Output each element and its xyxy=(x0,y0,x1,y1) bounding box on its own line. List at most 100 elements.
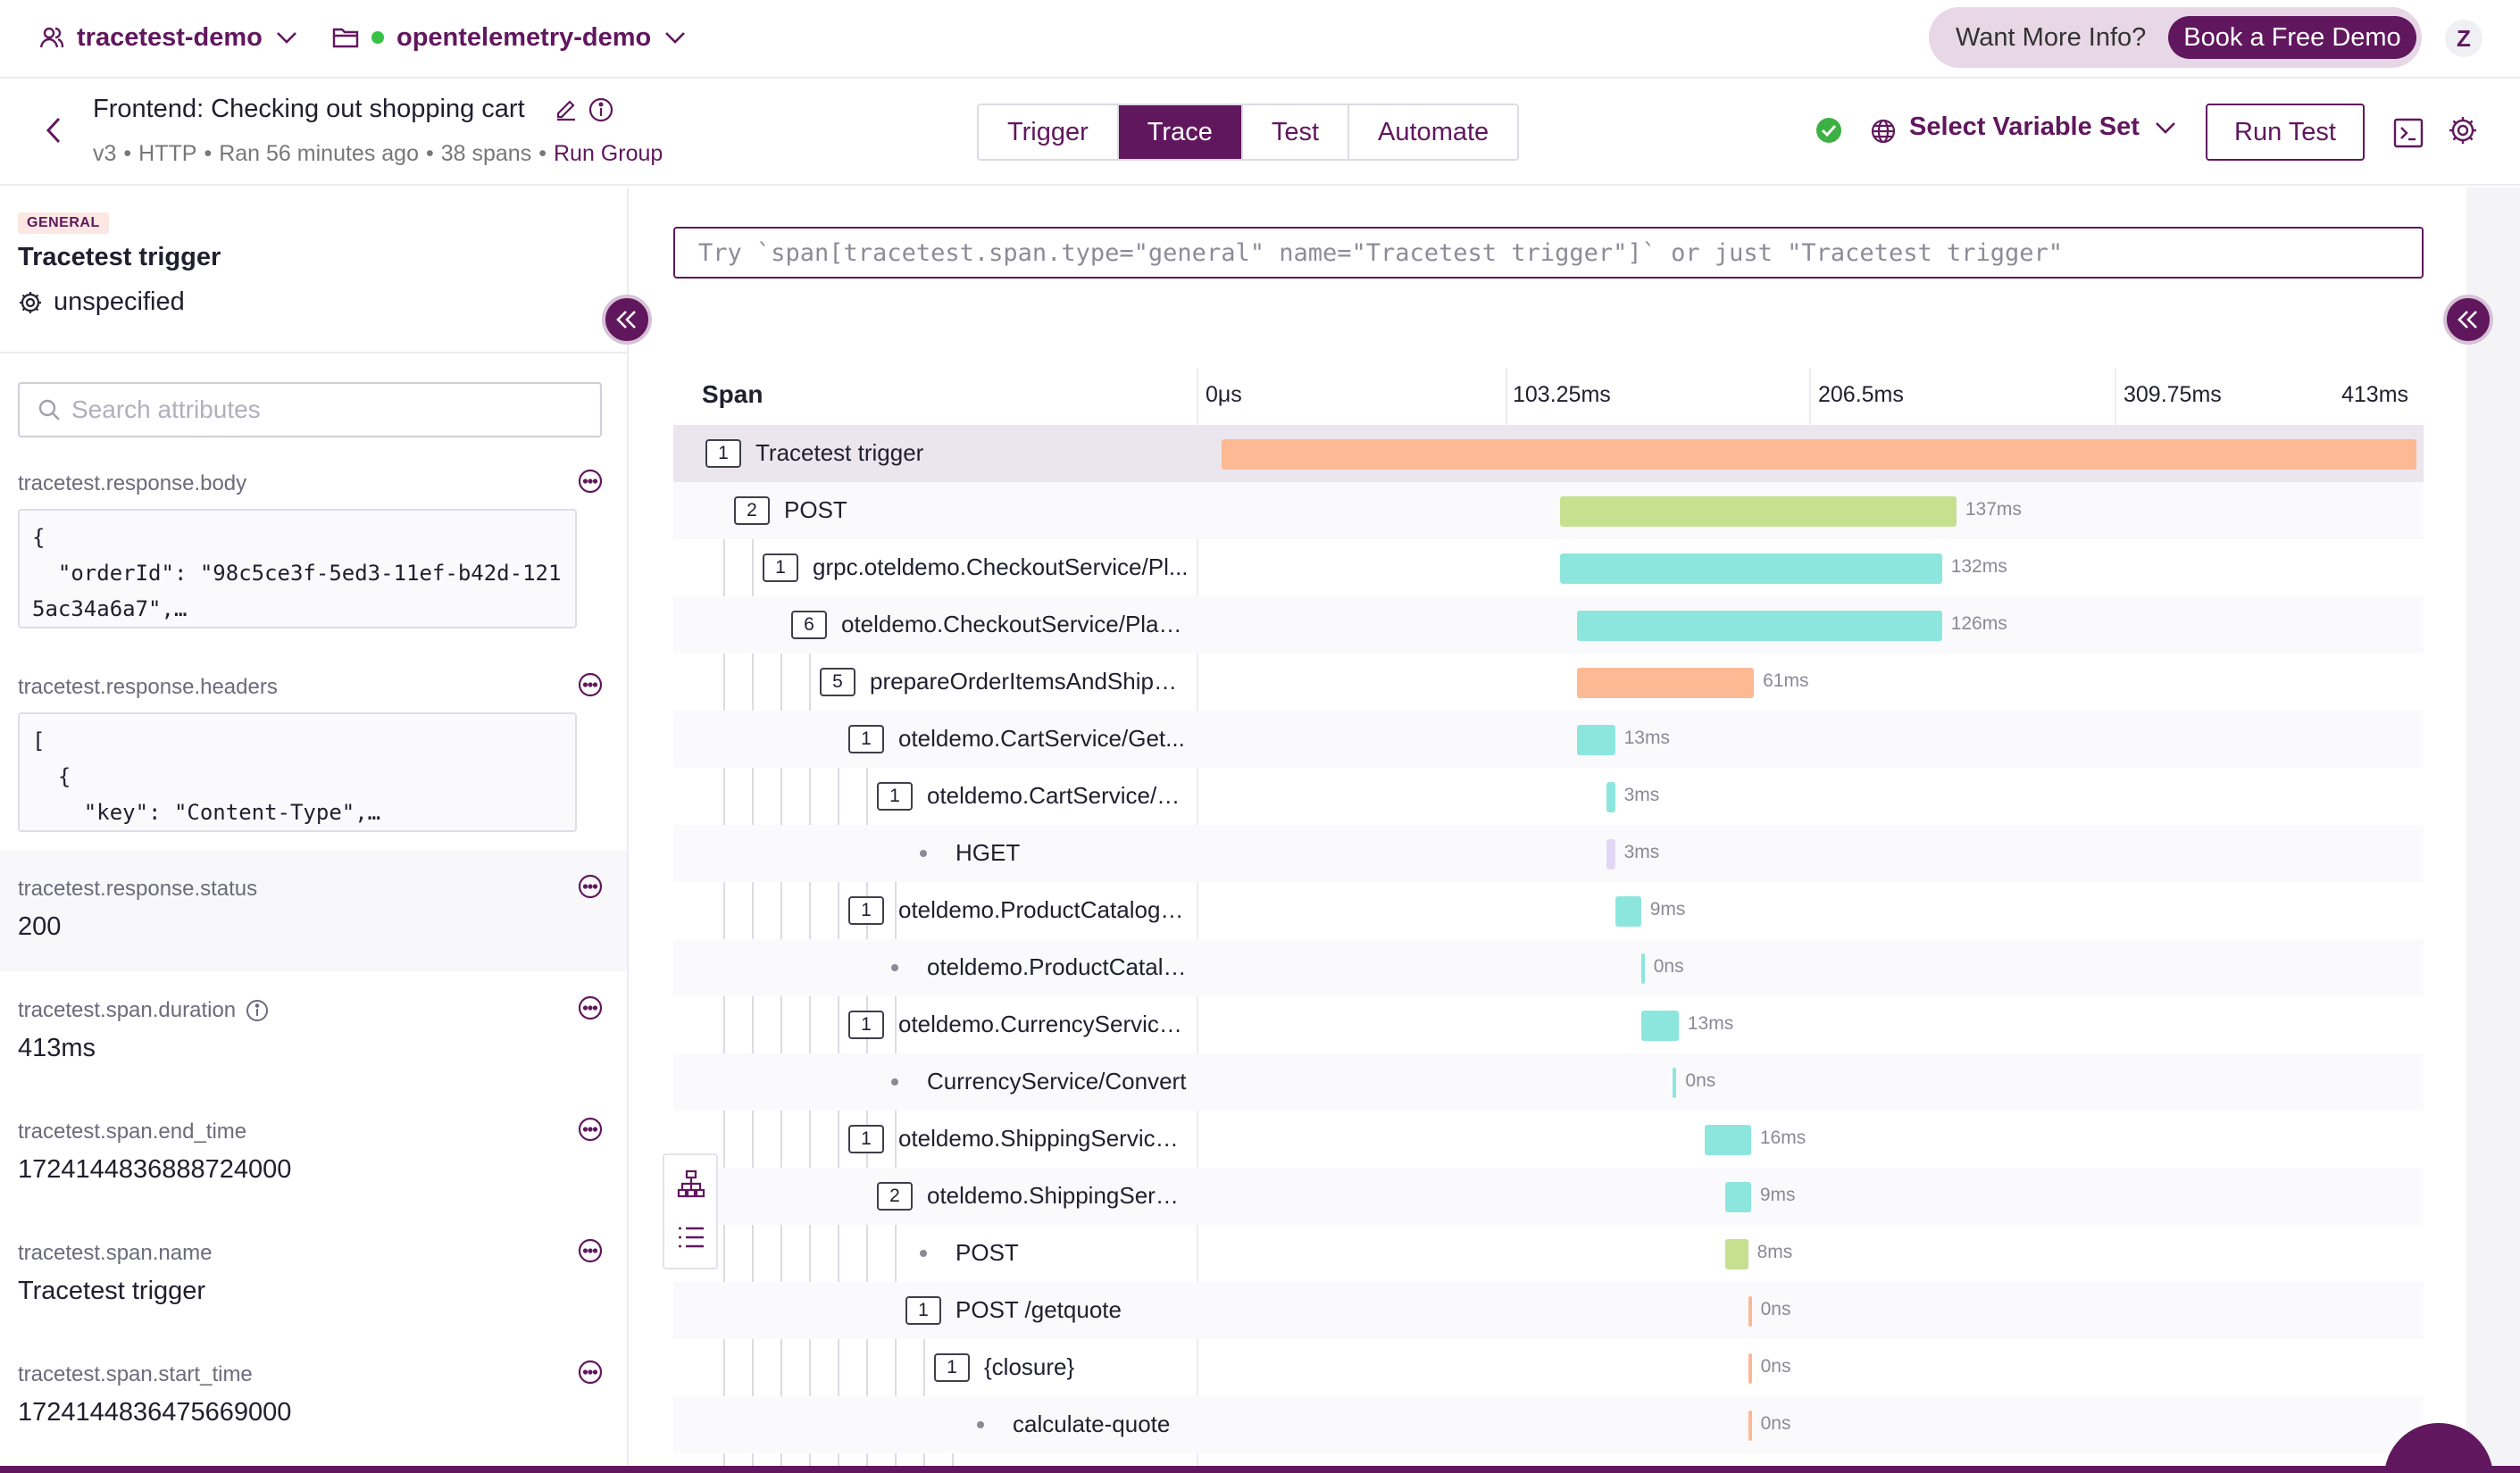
span-row[interactable]: POST 8ms xyxy=(673,1225,2424,1282)
span-duration-bar[interactable] xyxy=(1640,953,1645,984)
child-count-badge[interactable]: 1 xyxy=(705,439,741,468)
collapse-right-panel-button[interactable] xyxy=(2443,295,2493,345)
timeline-view-button[interactable] xyxy=(675,1221,707,1253)
run-group-link[interactable]: Run Group xyxy=(554,141,663,167)
span-name: oteldemo.CheckoutService/Plac... xyxy=(841,611,1189,637)
span-duration-bar[interactable] xyxy=(1222,439,2416,470)
child-count-badge[interactable]: 1 xyxy=(877,782,913,811)
variable-set-selector[interactable]: Select Variable Set xyxy=(1909,112,2177,142)
span-row[interactable]: 2 oteldemo.ShippingServi... 9ms xyxy=(673,1168,2424,1225)
child-count-badge[interactable]: 1 xyxy=(848,725,884,753)
child-count-badge[interactable]: 6 xyxy=(791,611,827,639)
tab-trace[interactable]: Trace xyxy=(1118,105,1243,159)
attribute-search-input[interactable] xyxy=(71,395,572,424)
span-row[interactable]: 6 oteldemo.CheckoutService/Plac... 126ms xyxy=(673,596,2424,653)
span-count: 38 spans xyxy=(440,141,532,166)
terminal-icon[interactable] xyxy=(2393,118,2424,148)
span-duration-bar[interactable] xyxy=(1615,896,1641,927)
span-duration-bar[interactable] xyxy=(1560,553,1942,584)
divider xyxy=(0,352,627,354)
span-row[interactable]: 1 POST /getquote 0ns xyxy=(673,1282,2424,1339)
test-run-meta: v3 • HTTP • Ran 56 minutes ago • 38 spans • … xyxy=(93,141,663,167)
more-options-icon[interactable] xyxy=(577,671,604,698)
span-row[interactable]: 2 POST 137ms xyxy=(673,482,2424,539)
leaf-node-dot xyxy=(920,1250,927,1257)
tab-automate[interactable]: Automate xyxy=(1349,105,1518,159)
attribute-key: tracetest.response.headers xyxy=(18,675,278,699)
tab-trigger[interactable]: Trigger xyxy=(979,105,1119,159)
span-duration-bar[interactable] xyxy=(1724,1239,1748,1269)
span-duration-label: 9ms xyxy=(1759,1185,1796,1205)
span-row[interactable]: 1 oteldemo.CurrencyService/... 13ms xyxy=(673,996,2424,1053)
span-duration-label: 3ms xyxy=(1623,785,1660,805)
span-duration-bar[interactable] xyxy=(1640,1011,1679,1041)
org-selector[interactable]: tracetest-demo xyxy=(39,16,298,59)
span-row[interactable]: oteldemo.ProductCatalo... 0ns xyxy=(673,939,2424,996)
span-row[interactable]: 1 oteldemo.CartService/G... 3ms xyxy=(673,768,2424,825)
span-row[interactable]: 1 oteldemo.ShippingService/... 16ms xyxy=(673,1111,2424,1168)
more-options-icon[interactable] xyxy=(577,1116,604,1143)
span-row[interactable]: 1 Tracetest trigger xyxy=(673,425,2424,482)
child-count-badge[interactable]: 1 xyxy=(848,896,884,925)
child-count-badge[interactable]: 1 xyxy=(763,553,798,582)
span-row[interactable]: CurrencyService/Convert 0ns xyxy=(673,1053,2424,1111)
span-row[interactable]: 1 oteldemo.CartService/Get... 13ms xyxy=(673,711,2424,768)
book-demo-button[interactable]: Book a Free Demo xyxy=(2168,16,2416,59)
collapse-left-panel-button[interactable] xyxy=(602,295,652,345)
span-row[interactable]: 1 oteldemo.ProductCatalogS... 9ms xyxy=(673,882,2424,939)
more-options-icon[interactable] xyxy=(577,873,604,900)
span-duration-bar[interactable] xyxy=(1606,839,1615,870)
span-duration-bar[interactable] xyxy=(1748,1411,1752,1441)
child-count-badge[interactable]: 5 xyxy=(820,668,855,696)
version: v3 xyxy=(93,141,117,166)
environment-selector[interactable]: opentelemetry-demo xyxy=(332,16,687,59)
gear-icon[interactable] xyxy=(2447,114,2479,146)
variable-set-label: Select Variable Set xyxy=(1909,112,2140,141)
run-test-button[interactable]: Run Test xyxy=(2206,104,2365,161)
span-duration-label: 3ms xyxy=(1623,842,1660,862)
info-icon[interactable] xyxy=(245,998,270,1023)
span-row[interactable]: calculate-quote 0ns xyxy=(673,1396,2424,1453)
child-count-badge[interactable]: 2 xyxy=(877,1182,913,1211)
span-duration-bar[interactable] xyxy=(1748,1296,1752,1327)
more-options-icon[interactable] xyxy=(577,1359,604,1386)
check-circle-icon xyxy=(1816,118,1841,143)
more-options-icon[interactable] xyxy=(577,1237,604,1264)
info-icon[interactable] xyxy=(588,96,614,123)
child-count-badge[interactable]: 1 xyxy=(848,1011,884,1039)
child-count-badge[interactable]: 1 xyxy=(905,1296,941,1325)
span-row[interactable]: 5 prepareOrderItemsAndShippi... 61ms xyxy=(673,653,2424,711)
span-duration-bar[interactable] xyxy=(1577,725,1615,755)
span-duration-bar[interactable] xyxy=(1673,1068,1677,1098)
span-query-field[interactable] xyxy=(673,227,2424,279)
span-duration-bar[interactable] xyxy=(1606,782,1615,812)
timeline-header: Span 0μs 103.25ms 206.5ms 309.75ms 413ms xyxy=(673,368,2424,425)
span-duration-bar[interactable] xyxy=(1577,668,1755,698)
back-button[interactable] xyxy=(36,112,71,148)
span-row[interactable]: 1 grpc.oteldemo.CheckoutService/Pl... 132m… xyxy=(673,539,2424,596)
more-options-icon[interactable] xyxy=(577,468,604,495)
child-count-badge[interactable]: 1 xyxy=(848,1125,884,1153)
span-query-input[interactable] xyxy=(698,238,2395,267)
span-duration-bar[interactable] xyxy=(1560,496,1957,527)
span-duration-bar[interactable] xyxy=(1705,1125,1751,1155)
dag-view-button[interactable] xyxy=(675,1168,707,1200)
run-time: Ran 56 minutes ago xyxy=(219,141,419,166)
leaf-node-dot xyxy=(891,1078,898,1086)
chevron-left-icon xyxy=(46,117,61,144)
user-avatar[interactable]: Z xyxy=(2445,20,2482,57)
span-row[interactable]: HGET 3ms xyxy=(673,825,2424,882)
more-options-icon[interactable] xyxy=(577,994,604,1021)
tick-label: 413ms xyxy=(2341,382,2409,407)
edit-icon[interactable] xyxy=(554,96,579,121)
span-duration-bar[interactable] xyxy=(1577,611,1942,641)
leaf-node-dot xyxy=(977,1421,984,1428)
span-duration-bar[interactable] xyxy=(1748,1353,1752,1384)
attribute-search[interactable] xyxy=(18,382,602,437)
span-row[interactable]: 1 {closure} 0ns xyxy=(673,1339,2424,1396)
child-count-badge[interactable]: 1 xyxy=(934,1353,970,1382)
hierarchy-icon xyxy=(677,1169,705,1198)
span-duration-bar[interactable] xyxy=(1724,1182,1751,1212)
tab-test[interactable]: Test xyxy=(1242,105,1350,159)
child-count-badge[interactable]: 2 xyxy=(734,496,770,525)
